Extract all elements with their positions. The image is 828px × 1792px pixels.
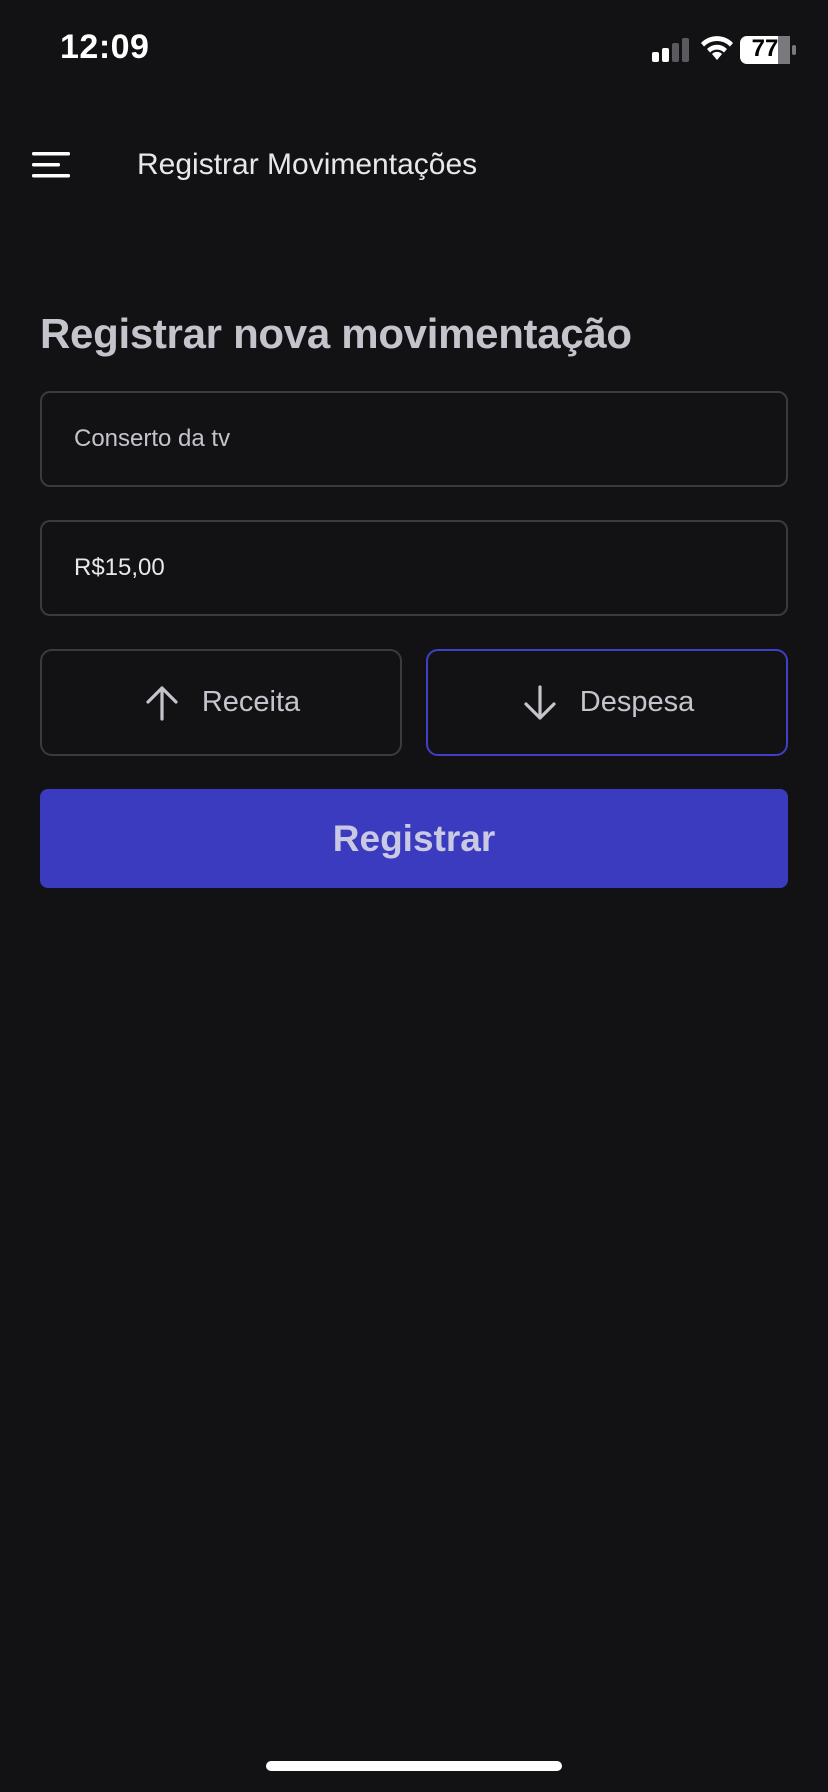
signal-icon — [652, 38, 689, 62]
form-title: Registrar nova movimentação — [40, 310, 632, 357]
battery-level: 77 — [751, 35, 779, 62]
arrow-up-icon — [146, 685, 178, 721]
status-bar: 12:09 77 — [0, 0, 828, 100]
screen: 12:09 77 Registrar Movimentações Registr… — [0, 0, 828, 1792]
hamburger-menu-icon[interactable] — [32, 150, 70, 180]
description-input[interactable]: Conserto da tv — [40, 391, 788, 487]
register-button[interactable]: Registrar — [40, 789, 788, 888]
amount-input[interactable]: R$15,00 — [40, 520, 788, 616]
home-indicator[interactable] — [266, 1761, 562, 1771]
wifi-icon — [701, 36, 733, 60]
register-button-label: Registrar — [332, 817, 496, 859]
income-type-button[interactable]: Receita — [40, 649, 402, 756]
expense-type-label: Despesa — [579, 686, 695, 718]
income-type-label: Receita — [201, 686, 301, 718]
expense-type-button[interactable]: Despesa — [426, 649, 788, 756]
header-title: Registrar Movimentações — [137, 148, 478, 181]
status-time: 12:09 — [60, 28, 150, 66]
arrow-down-icon — [524, 684, 556, 720]
